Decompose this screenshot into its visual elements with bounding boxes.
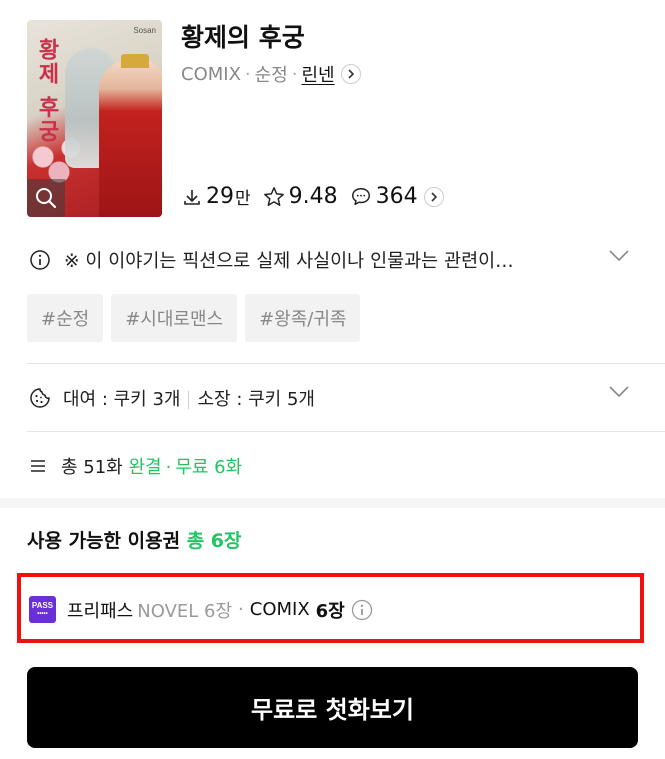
- format-label: COMIX: [181, 63, 241, 85]
- comment-count: 364: [375, 184, 418, 209]
- list-icon: [31, 460, 45, 472]
- divider: [27, 431, 665, 432]
- work-meta: COMIX · 순정 · 린넨: [181, 61, 361, 87]
- pass-icon-label: PASS: [31, 600, 54, 610]
- download-unit: 만: [235, 189, 251, 209]
- pass-novel-count: NOVEL 6장: [137, 600, 233, 622]
- page-title: 황제의 후궁: [181, 23, 305, 52]
- episode-info-row: 총 51화 완결 · 무료 6화: [29, 453, 242, 479]
- stats-row: 29 만 9.48 364: [182, 184, 456, 209]
- separator-dot: ·: [244, 63, 251, 85]
- chevron-down-icon[interactable]: [608, 249, 630, 263]
- free-episodes: 무료 6화: [175, 457, 243, 478]
- comment-chevron-icon[interactable]: [423, 186, 444, 207]
- pass-icon: PASS •••••: [29, 596, 56, 623]
- tag-list: #순정 #시대로맨스 #왕족/귀족: [27, 294, 361, 342]
- separator-dot: ·: [165, 457, 172, 478]
- cover-publisher: Sosan: [133, 26, 156, 35]
- pass-row: PASS ••••• 프리패스 NOVEL 6장 · COMIX 6장: [29, 596, 373, 623]
- comment-stat[interactable]: 364: [350, 184, 444, 209]
- episode-total: 총 51화: [61, 457, 123, 478]
- notice-row[interactable]: ※ 이 이야기는 픽션으로 실제 사실이나 인물과는 관련이…: [29, 247, 634, 273]
- tag-chip[interactable]: #시대로맨스: [111, 294, 238, 342]
- tag-chip[interactable]: #왕족/귀족: [245, 294, 361, 342]
- separator-dot: ·: [238, 599, 244, 620]
- tag-chip[interactable]: #순정: [27, 294, 104, 342]
- separator-dot: ·: [291, 63, 298, 85]
- completed-badge: 완결: [128, 457, 162, 478]
- chevron-down-icon[interactable]: [608, 385, 630, 399]
- download-icon: [184, 189, 200, 205]
- pass-heading: 사용 가능한 이용권 총 6장: [27, 526, 242, 553]
- cookie-icon: [30, 388, 50, 408]
- rent-price: 대여 : 쿠키 3개: [63, 389, 181, 410]
- pass-name: 프리패스: [67, 600, 134, 622]
- info-circle-icon: [30, 250, 50, 270]
- pass-heading-text: 사용 가능한 이용권: [27, 530, 181, 552]
- pass-comix-label: COMIX: [249, 599, 310, 620]
- pass-comix-count: 6장: [315, 600, 345, 622]
- author-link[interactable]: 린넨: [302, 61, 335, 87]
- price-text: 대여 : 쿠키 3개 소장 : 쿠키 5개: [63, 385, 315, 411]
- cover-image[interactable]: 황제 후궁 Sosan: [27, 20, 162, 217]
- section-band: [0, 498, 665, 508]
- separator: [188, 391, 190, 409]
- free-first-episode-button[interactable]: 무료로 첫화보기: [27, 667, 638, 748]
- cover-crown: [121, 54, 149, 68]
- pass-total: 총 6장: [186, 530, 242, 552]
- cover-figure-right: [99, 60, 162, 217]
- price-row[interactable]: 대여 : 쿠키 3개 소장 : 쿠키 5개: [29, 385, 634, 411]
- rating-stat: 9.48: [263, 184, 338, 209]
- comment-icon: [351, 187, 370, 205]
- rating-value: 9.48: [288, 184, 338, 209]
- episode-text: 총 51화 완결 · 무료 6화: [61, 453, 242, 479]
- zoom-button[interactable]: [27, 179, 65, 217]
- notice-text: ※ 이 이야기는 픽션으로 실제 사실이나 인물과는 관련이…: [64, 251, 514, 272]
- cover-title-art: 황제 후궁: [34, 38, 60, 144]
- genre-label: 순정: [254, 65, 288, 86]
- download-stat: 29 만: [182, 184, 251, 209]
- download-count: 29: [206, 184, 234, 209]
- divider: [27, 363, 665, 364]
- search-icon: [36, 188, 57, 209]
- own-price: 소장 : 쿠키 5개: [197, 389, 315, 410]
- author-chevron-icon[interactable]: [340, 64, 361, 84]
- pass-icon-dots: •••••: [37, 610, 48, 617]
- info-icon[interactable]: [351, 599, 373, 621]
- star-icon: [263, 186, 284, 206]
